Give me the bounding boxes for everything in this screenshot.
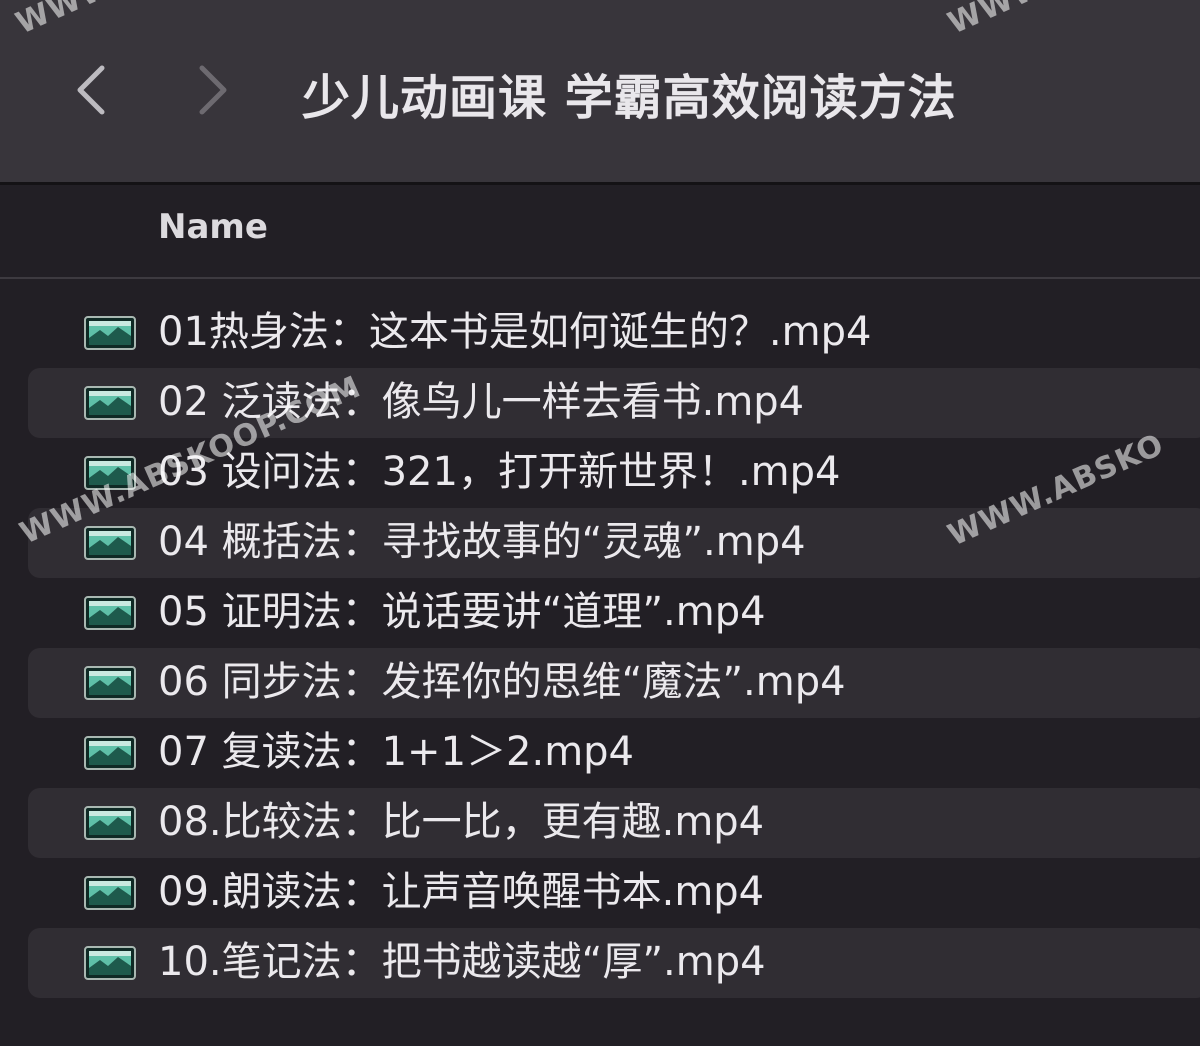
file-name: 08.比较法：比一比，更有趣.mp4: [158, 799, 765, 845]
file-row[interactable]: 03 设问法：321，打开新世界！.mp4: [28, 438, 1200, 508]
column-header-name[interactable]: Name: [158, 207, 268, 247]
file-row[interactable]: 01热身法：这本书是如何诞生的？.mp4: [28, 298, 1200, 368]
back-button[interactable]: [70, 62, 110, 118]
column-header: Name: [0, 185, 1200, 277]
file-name: 01热身法：这本书是如何诞生的？.mp4: [158, 309, 872, 355]
video-file-icon: [84, 736, 136, 770]
file-row[interactable]: 05 证明法：说话要讲“道理”.mp4: [28, 578, 1200, 648]
file-name: 07 复读法：1+1＞2.mp4: [158, 729, 634, 775]
video-file-icon: [84, 456, 136, 490]
video-file-icon: [84, 946, 136, 980]
video-file-icon: [84, 806, 136, 840]
file-name: 10.笔记法：把书越读越“厚”.mp4: [158, 939, 766, 985]
file-list: 01热身法：这本书是如何诞生的？.mp4 02 泛读法：像鸟儿一样去看书.mp4…: [0, 298, 1200, 998]
file-name: 03 设问法：321，打开新世界！.mp4: [158, 449, 841, 495]
header-divider: [0, 277, 1200, 279]
file-name: 05 证明法：说话要讲“道理”.mp4: [158, 589, 766, 635]
file-row[interactable]: 10.笔记法：把书越读越“厚”.mp4: [28, 928, 1200, 998]
video-file-icon: [84, 316, 136, 350]
file-row[interactable]: 02 泛读法：像鸟儿一样去看书.mp4: [28, 368, 1200, 438]
file-row[interactable]: 06 同步法：发挥你的思维“魔法”.mp4: [28, 648, 1200, 718]
chevron-left-icon: [77, 65, 105, 115]
window-title: 少儿动画课 学霸高效阅读方法: [302, 70, 957, 126]
video-file-icon: [84, 386, 136, 420]
file-row[interactable]: 09.朗读法：让声音唤醒书本.mp4: [28, 858, 1200, 928]
video-file-icon: [84, 666, 136, 700]
toolbar: 少儿动画课 学霸高效阅读方法: [0, 0, 1200, 182]
file-name: 06 同步法：发挥你的思维“魔法”.mp4: [158, 659, 846, 705]
file-name: 09.朗读法：让声音唤醒书本.mp4: [158, 869, 765, 915]
file-row[interactable]: 08.比较法：比一比，更有趣.mp4: [28, 788, 1200, 858]
chevron-right-icon: [199, 65, 227, 115]
file-row[interactable]: 07 复读法：1+1＞2.mp4: [28, 718, 1200, 788]
file-row[interactable]: 04 概括法：寻找故事的“灵魂”.mp4: [28, 508, 1200, 578]
file-name: 04 概括法：寻找故事的“灵魂”.mp4: [158, 519, 806, 565]
video-file-icon: [84, 526, 136, 560]
finder-window: 少儿动画课 学霸高效阅读方法 Name 01热身法：这本书是如何诞生的？.mp4…: [0, 0, 1200, 1046]
video-file-icon: [84, 596, 136, 630]
file-name: 02 泛读法：像鸟儿一样去看书.mp4: [158, 379, 805, 425]
video-file-icon: [84, 876, 136, 910]
forward-button[interactable]: [194, 62, 234, 118]
